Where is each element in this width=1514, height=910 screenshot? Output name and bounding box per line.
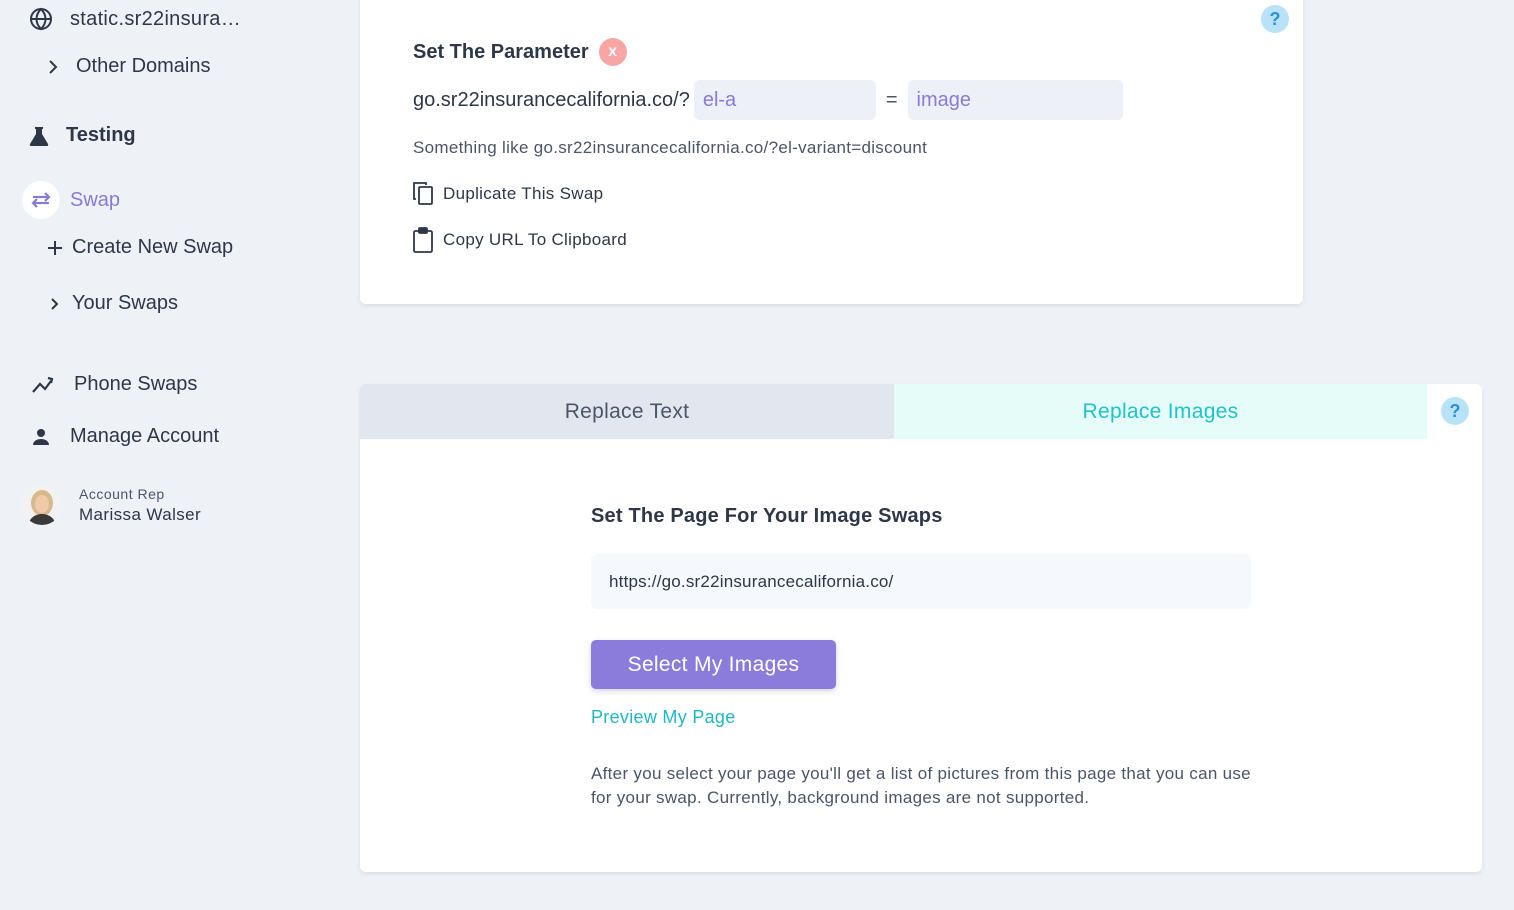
sidebar-swap-label: Swap [70, 188, 121, 211]
swap-arrows-icon [22, 181, 60, 219]
sidebar-your-swaps-label: Your Swaps [72, 292, 178, 314]
sidebar-other-domains-label: Other Domains [76, 55, 211, 77]
info-note: After you select your page you'll get a … [591, 764, 1251, 807]
sidebar-item-testing[interactable]: Testing [28, 124, 136, 147]
copy-url-label: Copy URL To Clipboard [443, 230, 627, 249]
sidebar-item-your-swaps[interactable]: Your Swaps [48, 292, 178, 315]
tab-replace-text[interactable]: Replace Text [360, 384, 894, 439]
sidebar-item-create-new-swap[interactable]: Create New Swap [46, 236, 233, 259]
flask-icon [28, 126, 50, 146]
chevron-right-icon [44, 59, 62, 74]
trend-line-icon [30, 375, 58, 395]
parameter-value-input[interactable]: image [907, 80, 1123, 120]
parameter-title: Set The Parameter [413, 40, 589, 63]
sidebar-phone-swaps-label: Phone Swaps [74, 373, 198, 395]
sidebar-testing-label: Testing [66, 124, 136, 146]
select-images-button[interactable]: Select My Images [591, 640, 836, 689]
preview-page-link[interactable]: Preview My Page [591, 707, 736, 728]
parameter-title-row: Set The Parameter x [413, 38, 627, 66]
sidebar-item-other-domains[interactable]: Other Domains [44, 55, 211, 78]
duplicate-swap-label: Duplicate This Swap [443, 184, 604, 203]
swap-card: Replace Text Replace Images ? Set The Pa… [360, 384, 1482, 872]
close-icon[interactable]: x [598, 38, 627, 66]
sidebar-domain-label: static.sr22insura… [70, 7, 242, 30]
account-rep-name: Marissa Walser [79, 504, 202, 524]
sidebar-item-domain[interactable]: static.sr22insura… [28, 6, 241, 32]
sidebar-item-swap[interactable]: Swap [22, 181, 120, 219]
clipboard-icon [412, 227, 436, 253]
sidebar-create-new-swap-label: Create New Swap [72, 236, 234, 258]
parameter-row: go.sr22insurancecalifornia.co/? el-a = i… [413, 80, 1123, 120]
equals-sign: = [885, 88, 898, 111]
parameter-key-input[interactable]: el-a [693, 80, 876, 120]
copy-url-button[interactable]: Copy URL To Clipboard [412, 227, 627, 253]
duplicate-swap-button[interactable]: Duplicate This Swap [412, 181, 603, 207]
sidebar-item-manage-account[interactable]: Manage Account [30, 425, 219, 448]
parameter-url-prefix: go.sr22insurancecalifornia.co/? [413, 88, 690, 111]
avatar [22, 485, 62, 525]
copy-icon [412, 181, 436, 207]
sidebar: static.sr22insura… Other Domains Testing… [0, 0, 340, 910]
sidebar-item-phone-swaps[interactable]: Phone Swaps [30, 373, 197, 396]
parameter-hint: Something like go.sr22insurancecaliforni… [413, 138, 928, 157]
user-icon [30, 428, 52, 446]
help-icon[interactable]: ? [1261, 5, 1289, 33]
account-rep: Account Rep Marissa Walser [22, 485, 201, 525]
tab-replace-images[interactable]: Replace Images [894, 384, 1427, 439]
parameter-card: ? Set The Parameter x go.sr22insuranceca… [360, 0, 1303, 304]
page-url-input[interactable]: https://go.sr22insurancecalifornia.co/ [591, 554, 1251, 609]
section-title: Set The Page For Your Image Swaps [591, 505, 943, 527]
account-rep-label: Account Rep [79, 485, 165, 502]
chevron-right-icon [48, 297, 62, 310]
help-icon[interactable]: ? [1441, 397, 1469, 425]
globe-icon [28, 6, 54, 32]
plus-icon [46, 240, 64, 256]
sidebar-manage-account-label: Manage Account [70, 425, 219, 447]
